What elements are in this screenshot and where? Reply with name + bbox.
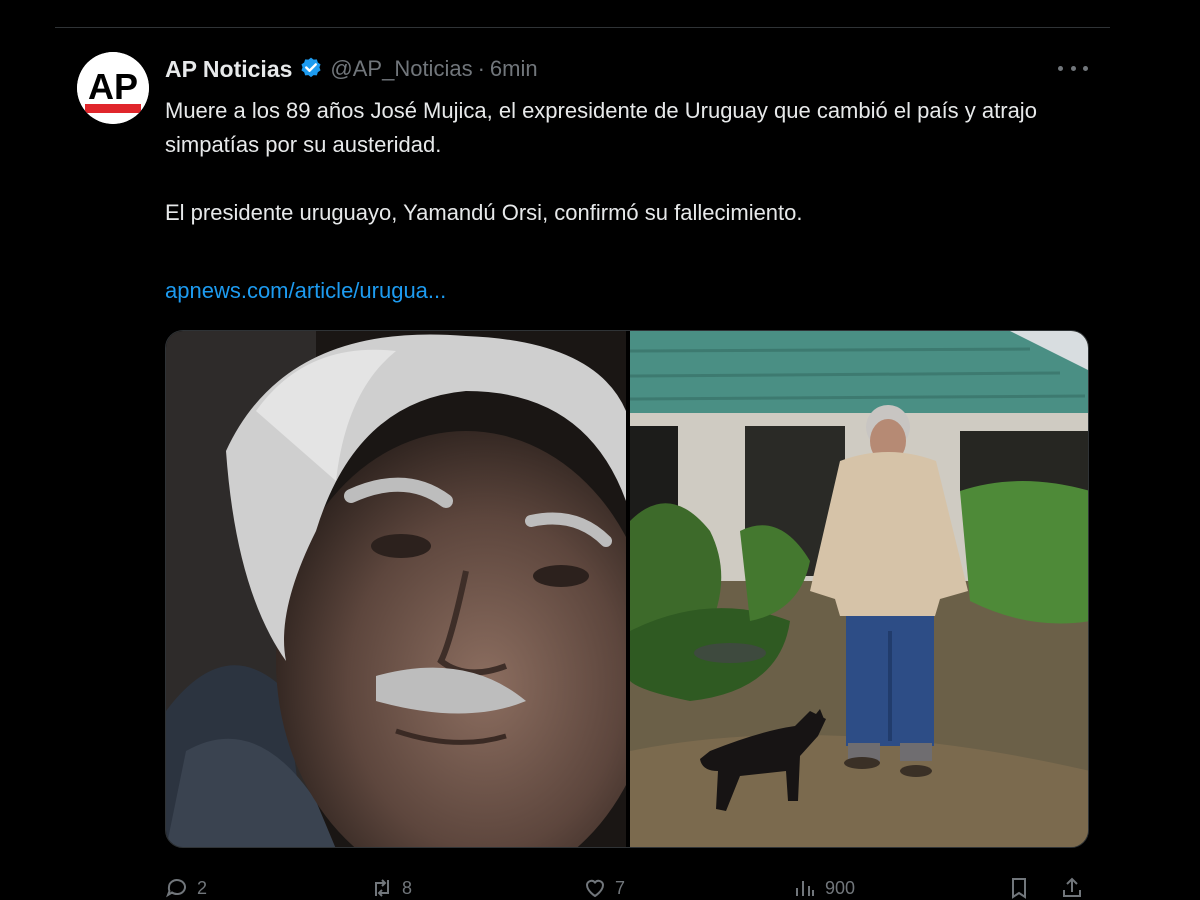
reply-icon: [166, 879, 186, 898]
more-dot: [1083, 65, 1088, 71]
tweet-text-paragraph: Muere a los 89 años José Mujica, el expr…: [165, 98, 1037, 157]
reply-count: 2: [197, 877, 208, 898]
views-icon: [796, 881, 814, 896]
top-divider: [55, 27, 1110, 28]
views-count: 900: [825, 877, 856, 898]
tweet-text: Muere a los 89 años José Mujica, el expr…: [165, 94, 1100, 230]
separator-dot: ·: [477, 56, 485, 81]
tweet-text-paragraph: El presidente uruguayo, Yamandú Orsi, co…: [165, 200, 803, 225]
views-button[interactable]: 900: [793, 876, 855, 900]
ap-logo-icon: AP: [77, 52, 149, 124]
avatar-logo-text: AP: [88, 66, 138, 107]
bookmark-icon: [1012, 878, 1026, 899]
bookmark-button[interactable]: [1007, 876, 1031, 900]
timestamp[interactable]: 6min: [490, 56, 538, 82]
photo-portrait[interactable]: [166, 331, 626, 847]
like-count: 7: [615, 877, 626, 898]
media-grid: [165, 330, 1089, 848]
photo-man-with-dog[interactable]: [630, 331, 1088, 847]
action-bar: 2 8 7 900: [165, 872, 1090, 900]
like-button[interactable]: 7: [583, 876, 625, 900]
like-icon: [585, 879, 605, 898]
avatar[interactable]: AP: [77, 52, 149, 124]
retweet-count: 8: [402, 877, 413, 898]
more-dots-icon[interactable]: [1058, 58, 1088, 78]
handle[interactable]: @AP_Noticias: [330, 56, 472, 82]
retweet-icon: [375, 879, 389, 897]
reply-button[interactable]: 2: [165, 876, 207, 900]
article-link[interactable]: apnews.com/article/urugua...: [165, 274, 446, 308]
retweet-button[interactable]: 8: [370, 876, 412, 900]
verified-badge-icon: [298, 56, 324, 82]
display-name[interactable]: AP Noticias: [165, 56, 292, 83]
share-icon: [1063, 877, 1081, 897]
more-dot: [1058, 65, 1063, 71]
more-dot: [1070, 65, 1076, 71]
share-button[interactable]: [1060, 876, 1084, 900]
tweet-header: AP Noticias @AP_Noticias · 6min: [165, 54, 538, 84]
